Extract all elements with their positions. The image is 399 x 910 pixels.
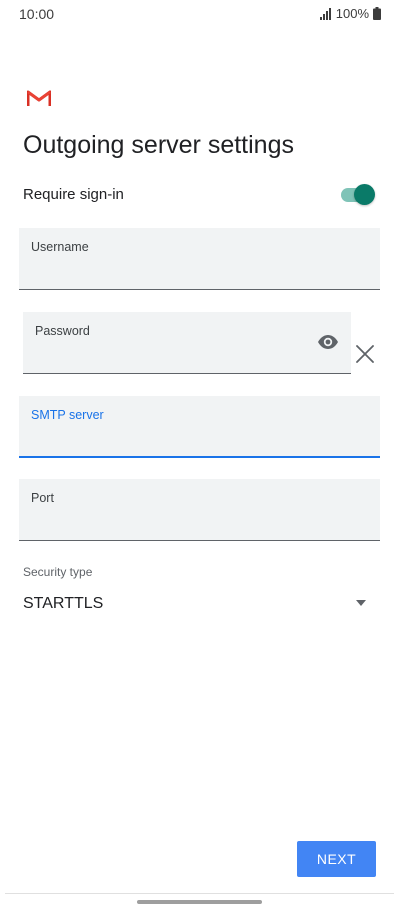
dropdown-arrow-icon[interactable]	[355, 594, 367, 606]
port-label: Port	[31, 491, 54, 505]
next-button[interactable]: NEXT	[297, 841, 376, 877]
require-signin-row: Require sign-in	[23, 184, 375, 206]
smtp-server-label: SMTP server	[31, 408, 104, 422]
require-signin-label: Require sign-in	[23, 186, 124, 203]
gmail-logo-icon	[26, 89, 52, 107]
username-label: Username	[31, 240, 89, 254]
battery-icon	[373, 7, 381, 20]
security-type-value[interactable]: STARTTLS	[23, 595, 103, 613]
status-bar: 10:00 100%	[0, 0, 399, 30]
smtp-server-field[interactable]: SMTP server	[19, 396, 380, 458]
status-indicators: 100%	[319, 6, 381, 21]
username-field[interactable]: Username	[19, 228, 380, 290]
security-type-label: Security type	[23, 565, 93, 579]
battery-percent: 100%	[335, 6, 369, 21]
port-field[interactable]: Port	[19, 479, 380, 541]
page-title: Outgoing server settings	[23, 131, 294, 159]
require-signin-toggle[interactable]	[341, 184, 375, 206]
nav-divider	[5, 893, 394, 894]
home-indicator[interactable]	[137, 900, 262, 904]
password-label: Password	[35, 324, 90, 338]
signal-bars-icon	[319, 7, 332, 20]
status-time: 10:00	[19, 6, 55, 22]
close-icon[interactable]	[356, 345, 374, 363]
password-field[interactable]: Password	[23, 312, 351, 374]
eye-icon[interactable]	[317, 334, 339, 350]
toggle-thumb	[354, 184, 375, 205]
